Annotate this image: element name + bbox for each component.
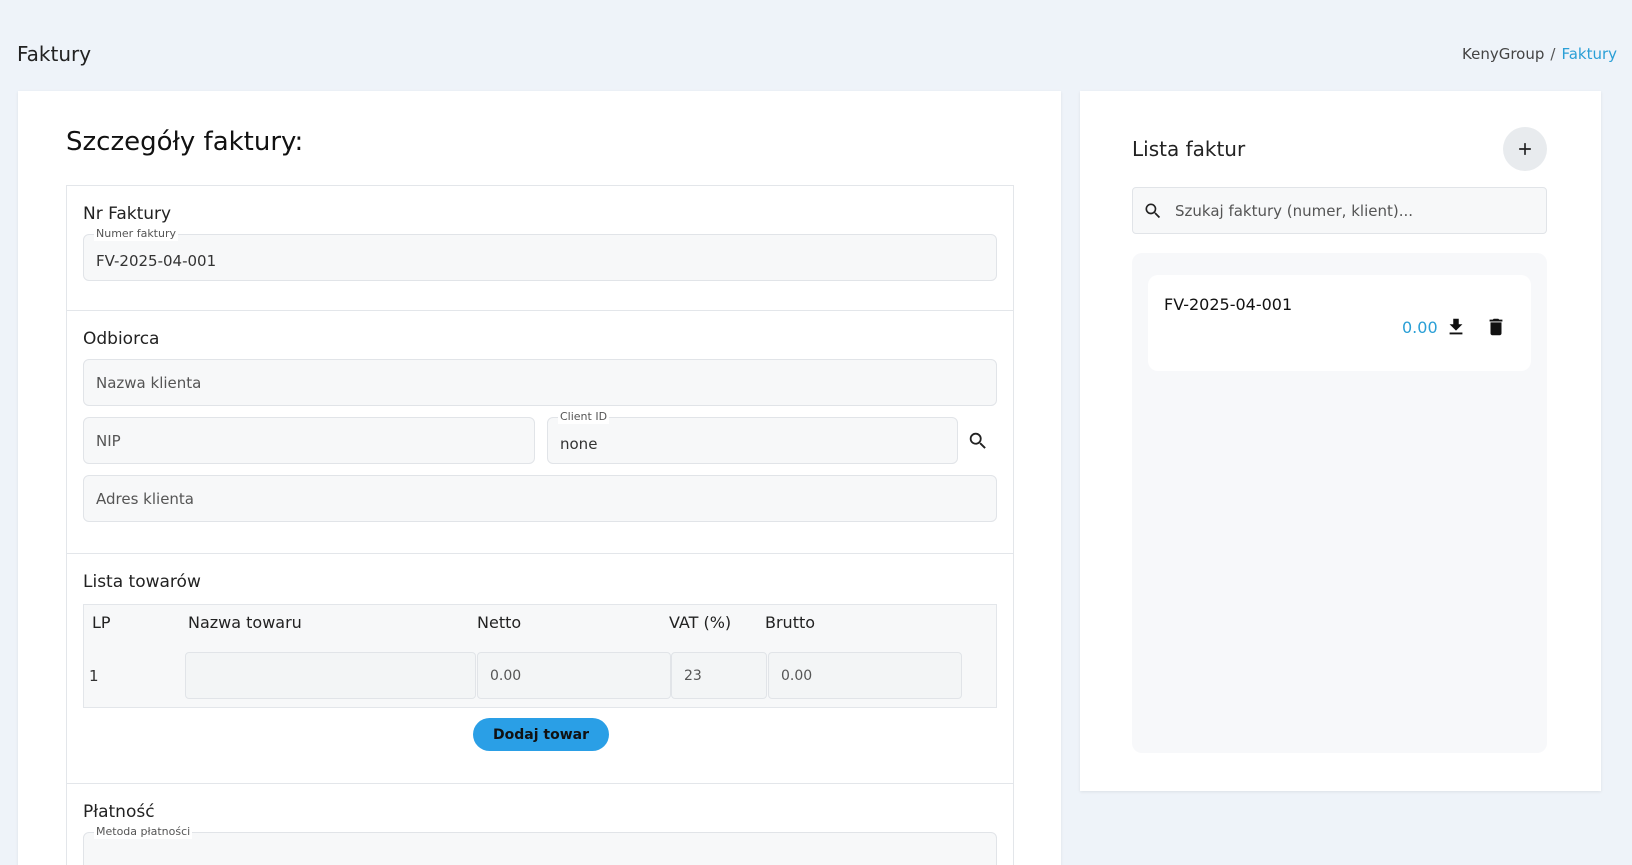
client-address-input[interactable]: [84, 476, 996, 521]
add-item-button[interactable]: Dodaj towar: [473, 718, 609, 751]
payment-method-label: Metoda płatności: [94, 825, 193, 839]
item-name-cell: [185, 652, 476, 699]
invoice-search-input[interactable]: [1175, 188, 1535, 233]
client-id-input[interactable]: [548, 418, 957, 463]
plus-icon: [1519, 143, 1531, 155]
nip-input[interactable]: [84, 418, 534, 463]
items-table: LP Nazwa towaru Netto VAT (%) Brutto 1: [83, 604, 997, 708]
breadcrumb-current: Faktury: [1561, 45, 1617, 63]
download-invoice-button[interactable]: [1444, 315, 1468, 339]
item-netto-cell: [477, 652, 671, 699]
client-search-button[interactable]: [964, 427, 992, 455]
column-header-netto: Netto: [477, 613, 522, 632]
item-vat-cell: [671, 652, 767, 699]
client-id-field: Client ID: [547, 410, 958, 464]
payment-section: Płatność Metoda płatności: [66, 783, 1014, 865]
item-name-input[interactable]: [186, 653, 475, 698]
column-header-lp: LP: [92, 613, 111, 632]
page-title: Faktury: [17, 42, 92, 66]
breadcrumb: KenyGroup / Faktury: [1462, 45, 1617, 63]
invoice-number-input[interactable]: [84, 235, 996, 280]
invoice-list: FV-2025-04-001 0.00: [1132, 253, 1547, 753]
invoice-number-section: Nr Faktury Numer faktury: [66, 185, 1014, 311]
column-header-vat: VAT (%): [669, 613, 732, 632]
invoice-search-box: [1132, 187, 1547, 234]
row-lp: 1: [89, 667, 99, 685]
payment-method-input[interactable]: [84, 833, 996, 865]
client-id-label: Client ID: [558, 410, 610, 424]
nip-field: [83, 417, 535, 464]
invoice-list-title: Lista faktur: [1132, 137, 1246, 161]
item-netto-input[interactable]: [478, 653, 670, 698]
invoice-number-section-title: Nr Faktury: [83, 204, 172, 224]
column-header-brutto: Brutto: [765, 613, 816, 632]
breadcrumb-root[interactable]: KenyGroup: [1462, 45, 1544, 63]
payment-method-field: Metoda płatności: [83, 825, 997, 865]
breadcrumb-separator: /: [1550, 45, 1556, 63]
client-name-field: [83, 359, 997, 406]
invoice-number-field: Numer faktury: [83, 227, 997, 281]
search-icon: [1145, 203, 1161, 219]
search-icon: [969, 432, 986, 449]
payment-section-title: Płatność: [83, 802, 155, 822]
invoice-item-amount: 0.00: [1402, 318, 1438, 337]
client-address-field: [83, 475, 997, 522]
invoice-item-number: FV-2025-04-001: [1164, 295, 1293, 314]
items-section: Lista towarów LP Nazwa towaru Netto VAT …: [66, 553, 1014, 784]
items-section-title: Lista towarów: [83, 572, 201, 592]
add-invoice-button[interactable]: [1503, 127, 1547, 171]
item-brutto-input[interactable]: [769, 653, 961, 698]
client-name-input[interactable]: [84, 360, 996, 405]
download-icon: [1449, 318, 1463, 335]
recipient-section: Odbiorca Client ID: [66, 310, 1014, 554]
item-brutto-cell: [768, 652, 962, 699]
column-header-name: Nazwa towaru: [188, 613, 302, 632]
details-heading: Szczegóły faktury:: [66, 127, 304, 157]
list-item[interactable]: FV-2025-04-001 0.00: [1148, 275, 1531, 371]
item-vat-input[interactable]: [672, 653, 766, 698]
invoice-list-card: Lista faktur FV-2025-04-001 0.00: [1080, 91, 1601, 791]
recipient-section-title: Odbiorca: [83, 329, 160, 349]
delete-invoice-button[interactable]: [1484, 315, 1508, 339]
invoice-number-label: Numer faktury: [94, 227, 179, 241]
delete-icon: [1489, 318, 1503, 336]
invoice-details-card: Szczegóły faktury: Nr Faktury Numer fakt…: [18, 91, 1061, 865]
